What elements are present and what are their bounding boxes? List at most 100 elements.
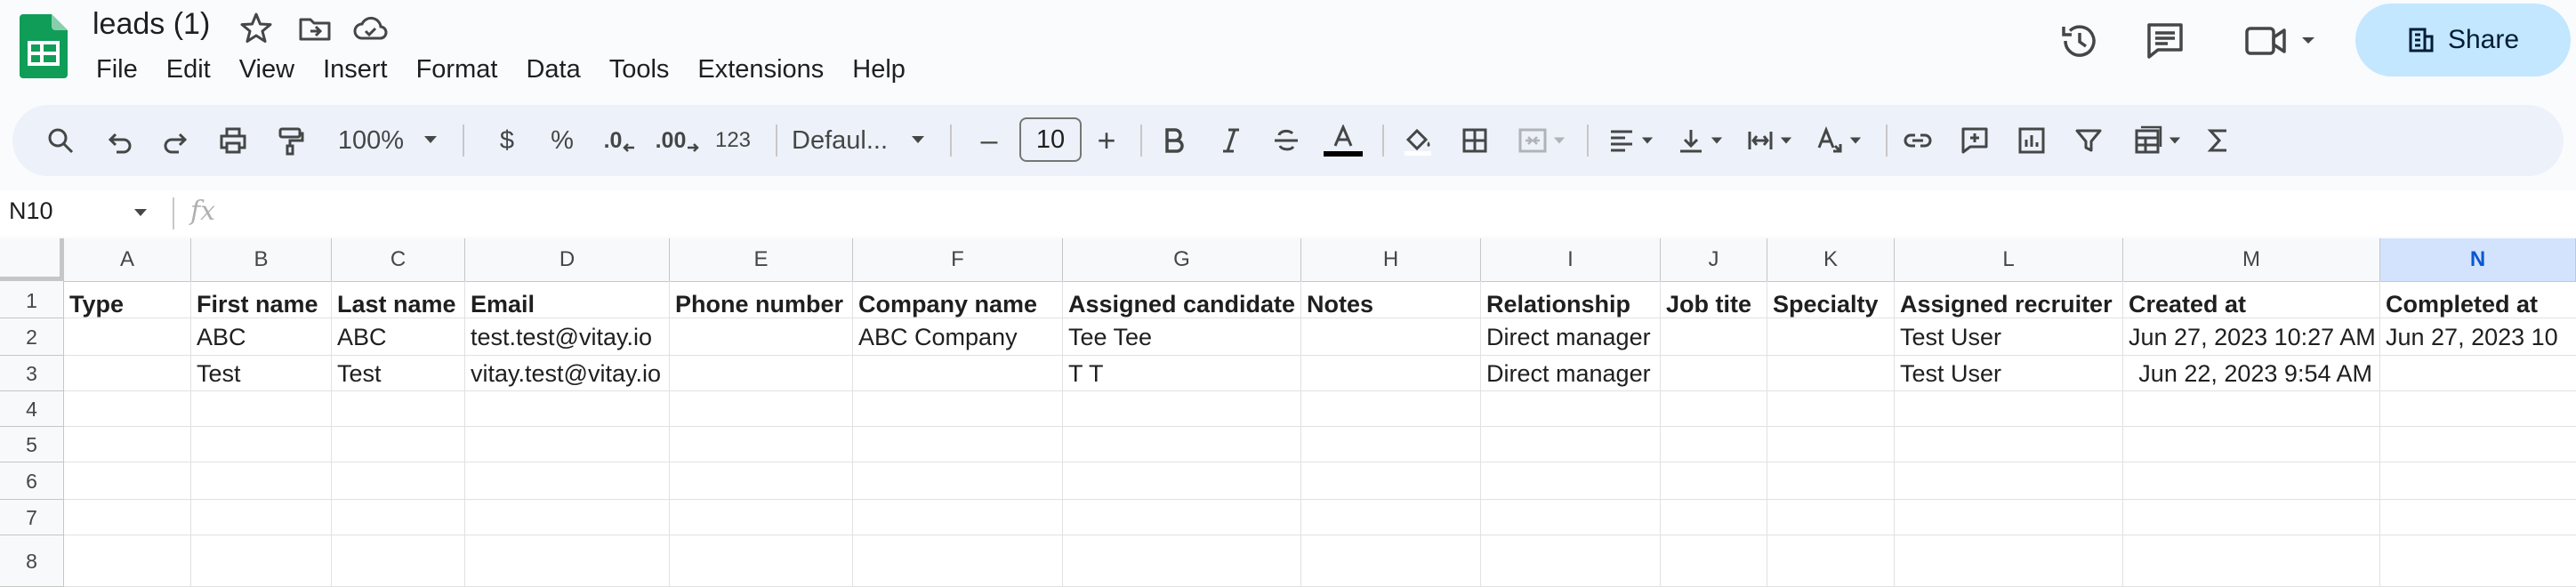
text-color-button[interactable] xyxy=(1322,123,1364,158)
cell-j7[interactable] xyxy=(1661,500,1767,535)
cell-m4[interactable] xyxy=(2123,391,2380,427)
cell-j3[interactable] xyxy=(1661,356,1767,391)
menu-format[interactable]: Format xyxy=(402,52,512,87)
cell-m1[interactable]: Created at xyxy=(2123,281,2380,318)
cell-m8[interactable] xyxy=(2123,535,2380,587)
name-box-chevron-down-icon[interactable] xyxy=(133,208,148,217)
row-header-3[interactable]: 3 xyxy=(0,356,64,391)
cell-d2[interactable]: test.test@vitay.io xyxy=(465,318,670,356)
cell-n1[interactable]: Completed at xyxy=(2380,281,2576,318)
row-header-4[interactable]: 4 xyxy=(0,391,64,427)
cell-b8[interactable] xyxy=(191,535,332,587)
cell-c5[interactable] xyxy=(332,427,465,462)
cell-j2[interactable] xyxy=(1661,318,1767,356)
column-header-d[interactable]: D xyxy=(465,238,670,281)
cell-k5[interactable] xyxy=(1767,427,1895,462)
formula-input[interactable] xyxy=(240,194,2553,233)
cell-c8[interactable] xyxy=(332,535,465,587)
cell-m5[interactable] xyxy=(2123,427,2380,462)
cell-d1[interactable]: Email xyxy=(465,281,670,318)
version-history-icon[interactable] xyxy=(2058,20,2101,62)
cell-c1[interactable]: Last name xyxy=(332,281,465,318)
cell-h8[interactable] xyxy=(1301,535,1481,587)
cell-m2[interactable]: Jun 27, 2023 10:27 AM xyxy=(2123,318,2380,356)
meet-video-icon[interactable] xyxy=(2243,20,2323,62)
cell-i4[interactable] xyxy=(1481,391,1661,427)
cell-a3[interactable] xyxy=(64,356,191,391)
menu-insert[interactable]: Insert xyxy=(309,52,402,87)
decrease-font-size-button[interactable]: – xyxy=(971,123,1007,158)
cell-m6[interactable] xyxy=(2123,462,2380,500)
decrease-decimal-button[interactable]: .0 xyxy=(598,123,642,158)
cell-e4[interactable] xyxy=(670,391,853,427)
cell-f3[interactable] xyxy=(853,356,1063,391)
row-header-7[interactable]: 7 xyxy=(0,500,64,535)
column-header-l[interactable]: L xyxy=(1895,238,2123,281)
cell-h5[interactable] xyxy=(1301,427,1481,462)
font-family-select[interactable]: Defaul... xyxy=(792,123,907,158)
cell-f7[interactable] xyxy=(853,500,1063,535)
menu-extensions[interactable]: Extensions xyxy=(683,52,838,87)
cell-k4[interactable] xyxy=(1767,391,1895,427)
cell-h2[interactable] xyxy=(1301,318,1481,356)
cell-n3[interactable] xyxy=(2380,356,2576,391)
menu-help[interactable]: Help xyxy=(838,52,920,87)
italic-button[interactable] xyxy=(1213,123,1249,158)
cell-k8[interactable] xyxy=(1767,535,1895,587)
cell-j6[interactable] xyxy=(1661,462,1767,500)
row-header-1[interactable]: 1 xyxy=(0,281,64,318)
cell-l4[interactable] xyxy=(1895,391,2123,427)
cell-b6[interactable] xyxy=(191,462,332,500)
cell-e1[interactable]: Phone number xyxy=(670,281,853,318)
cell-e3[interactable] xyxy=(670,356,853,391)
cell-g4[interactable] xyxy=(1063,391,1301,427)
cell-d4[interactable] xyxy=(465,391,670,427)
cell-f5[interactable] xyxy=(853,427,1063,462)
cell-f6[interactable] xyxy=(853,462,1063,500)
cell-m3[interactable]: Jun 22, 2023 9:54 AM xyxy=(2123,356,2380,391)
cell-e8[interactable] xyxy=(670,535,853,587)
print-button[interactable] xyxy=(215,123,251,158)
cell-l7[interactable] xyxy=(1895,500,2123,535)
cell-k1[interactable]: Specialty xyxy=(1767,281,1895,318)
zoom-select[interactable]: 100% xyxy=(333,123,409,158)
cell-f8[interactable] xyxy=(853,535,1063,587)
cell-b4[interactable] xyxy=(191,391,332,427)
insert-chart-button[interactable] xyxy=(2014,123,2049,158)
create-filter-button[interactable] xyxy=(2071,123,2106,158)
cell-b7[interactable] xyxy=(191,500,332,535)
cell-g2[interactable]: Tee Tee xyxy=(1063,318,1301,356)
strikethrough-button[interactable] xyxy=(1268,123,1304,158)
cell-b1[interactable]: First name xyxy=(191,281,332,318)
cell-g1[interactable]: Assigned candidate xyxy=(1063,281,1301,318)
column-header-e[interactable]: E xyxy=(670,238,853,281)
comments-icon[interactable] xyxy=(2144,20,2186,62)
column-header-f[interactable]: F xyxy=(853,238,1063,281)
cell-j1[interactable]: Job tite xyxy=(1661,281,1767,318)
cell-g6[interactable] xyxy=(1063,462,1301,500)
cell-h7[interactable] xyxy=(1301,500,1481,535)
column-header-c[interactable]: C xyxy=(332,238,465,281)
cell-k3[interactable] xyxy=(1767,356,1895,391)
document-title[interactable]: leads (1) xyxy=(93,7,210,42)
cell-d5[interactable] xyxy=(465,427,670,462)
cell-d6[interactable] xyxy=(465,462,670,500)
cell-a4[interactable] xyxy=(64,391,191,427)
cell-j4[interactable] xyxy=(1661,391,1767,427)
cell-i6[interactable] xyxy=(1481,462,1661,500)
cell-b3[interactable]: Test xyxy=(191,356,332,391)
cell-l2[interactable]: Test User xyxy=(1895,318,2123,356)
cell-k2[interactable] xyxy=(1767,318,1895,356)
menu-file[interactable]: File xyxy=(82,52,152,87)
column-header-m[interactable]: M xyxy=(2123,238,2380,281)
cell-i5[interactable] xyxy=(1481,427,1661,462)
cell-k7[interactable] xyxy=(1767,500,1895,535)
cell-d3[interactable]: vitay.test@vitay.io xyxy=(465,356,670,391)
cell-l1[interactable]: Assigned recruiter xyxy=(1895,281,2123,318)
cell-a7[interactable] xyxy=(64,500,191,535)
cell-b5[interactable] xyxy=(191,427,332,462)
column-header-h[interactable]: H xyxy=(1301,238,1481,281)
more-formats-button[interactable]: 123 xyxy=(708,123,758,158)
functions-button[interactable] xyxy=(2201,123,2236,158)
search-menus-button[interactable] xyxy=(43,123,78,158)
